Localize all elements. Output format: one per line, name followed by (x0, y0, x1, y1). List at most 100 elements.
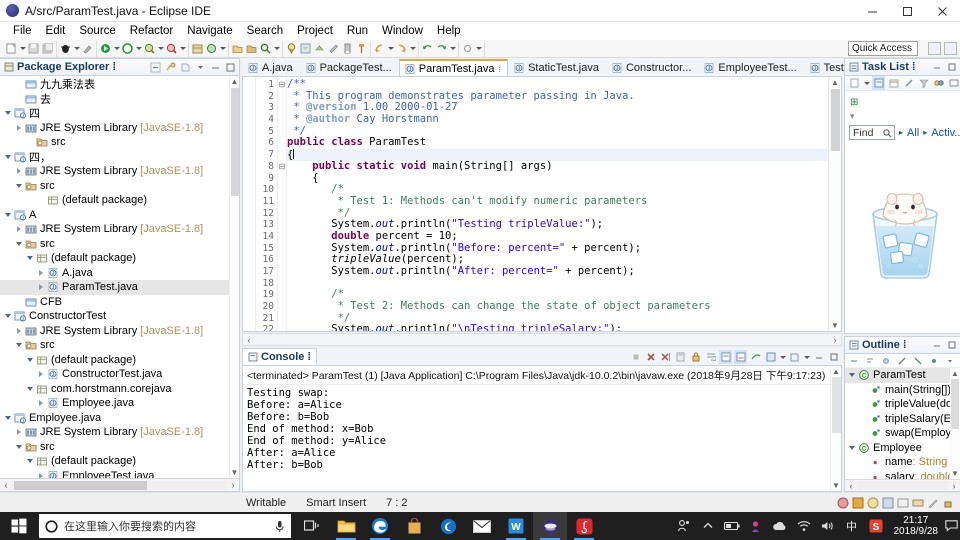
twisty-collapsed-icon[interactable] (35, 367, 46, 381)
last-edit-icon[interactable] (327, 42, 340, 56)
synchronize-icon[interactable] (932, 76, 945, 90)
editor-hscroll-track[interactable] (255, 335, 829, 344)
editor-hscroll-left-arrow[interactable]: ‹ (243, 335, 255, 345)
menu-edit[interactable]: Edit (39, 24, 73, 38)
java-dropdown-arrow[interactable] (219, 42, 226, 56)
console-vertical-scrollbar[interactable]: ▲ ▼ (830, 366, 841, 491)
ime-chinese-icon[interactable]: 中 (840, 512, 864, 540)
link-with-editor-icon[interactable] (164, 60, 177, 74)
remove-launch-icon[interactable] (644, 350, 657, 364)
outline-horizontal-scrollbar[interactable]: ‹ › (845, 479, 960, 491)
word-wrap-icon[interactable] (704, 350, 717, 364)
coverage-dropdown-arrow[interactable] (157, 42, 164, 56)
tree-item[interactable]: src (0, 440, 239, 455)
twisty-expanded-icon[interactable] (2, 309, 13, 323)
tree-item[interactable]: (default package) (0, 353, 239, 368)
outline-scroll-down-arrow[interactable]: ▼ (950, 468, 960, 479)
twisty-expanded-icon[interactable] (2, 106, 13, 120)
misc-dropdown-arrow[interactable] (475, 42, 482, 56)
show-console-on-output-icon[interactable] (719, 350, 732, 364)
console-scroll-down-arrow[interactable]: ▼ (831, 480, 841, 491)
outline-scroll-thumb[interactable] (951, 379, 959, 429)
microsoft-store-icon[interactable] (397, 512, 431, 540)
new-task-icon[interactable] (848, 76, 861, 90)
editor-scroll-down-arrow[interactable]: ▼ (829, 320, 841, 331)
tree-item[interactable]: J四 (0, 106, 239, 121)
twisty-collapsed-icon[interactable] (35, 266, 46, 280)
hscroll-track[interactable] (12, 480, 227, 490)
console-select-dropdown-arrow[interactable] (779, 350, 786, 364)
wps-writer-icon[interactable]: W (499, 512, 533, 540)
bookmark-icon[interactable] (341, 42, 354, 56)
schedule-icon[interactable] (887, 76, 900, 90)
twisty-collapsed-icon[interactable] (13, 324, 24, 338)
remove-all-launches-icon[interactable] (659, 350, 672, 364)
volume-icon[interactable] (816, 512, 840, 540)
tab-package-explorer[interactable]: Package Explorer ⁞ (0, 59, 120, 76)
outline-hscroll-left-arrow[interactable]: ‹ (845, 481, 857, 491)
tree-item[interactable]: J Employee.java (0, 396, 239, 411)
outline-item[interactable]: tripleValue(dou (845, 397, 960, 412)
menu-file[interactable]: File (6, 24, 39, 38)
outline-item[interactable]: swap(Employee (845, 426, 960, 441)
twisty-expanded-icon[interactable] (2, 208, 13, 222)
focus-on-workweek-icon[interactable] (902, 76, 915, 90)
scroll-lock-icon[interactable] (689, 350, 702, 364)
editor-tab[interactable]: J Constructor... (606, 59, 698, 76)
tree-item[interactable]: 去 (0, 92, 239, 107)
twisty-expanded-icon[interactable] (846, 368, 857, 382)
twisty-expanded-icon[interactable] (24, 454, 35, 468)
tree-item[interactable]: src (0, 237, 239, 252)
tree-item[interactable]: JRE System Library [JavaSE-1.8] (0, 222, 239, 237)
back-dropdown-arrow[interactable] (387, 42, 394, 56)
battery-icon[interactable] (720, 512, 744, 540)
tree-item[interactable]: CFB (0, 295, 239, 310)
console-scroll-thumb[interactable] (832, 377, 841, 433)
twisty-expanded-icon[interactable] (2, 411, 13, 425)
outline-item[interactable]: main(String[]) : (845, 383, 960, 398)
package-explorer-vertical-scrollbar[interactable]: ▲ ▼ (229, 76, 239, 478)
twisty-expanded-icon[interactable] (24, 251, 35, 265)
forward-dropdown-arrow[interactable] (409, 42, 416, 56)
editor-scroll-up-arrow[interactable]: ▲ (829, 77, 841, 88)
run-dropdown-arrow[interactable] (113, 42, 120, 56)
outline-item[interactable]: C ParamTest (845, 368, 960, 383)
search-icon[interactable] (259, 42, 272, 56)
tree-item[interactable]: JRE System Library [JavaSE-1.8] (0, 425, 239, 440)
package-explorer-tree[interactable]: 九九乘法表去 J 四 JRE System Library [JavaSE-1.8] s… (0, 76, 239, 478)
code-line[interactable]: { (287, 172, 828, 185)
tree-item[interactable]: src (0, 338, 239, 353)
menu-source[interactable]: Source (72, 24, 122, 38)
task-expand-arrow-icon[interactable]: ▾ (850, 111, 855, 122)
twisty-expanded-icon[interactable] (2, 150, 13, 164)
minimize-button[interactable] (855, 0, 890, 22)
run-last-dropdown-arrow[interactable] (135, 42, 142, 56)
twisty-collapsed-icon[interactable] (35, 396, 46, 410)
new-package-icon[interactable] (205, 42, 218, 56)
code-line[interactable]: public class ParamTest (287, 137, 828, 149)
show-console-on-error-icon[interactable] (734, 350, 747, 364)
twisty-expanded-icon[interactable] (24, 382, 35, 396)
next-perspective-icon[interactable] (435, 42, 448, 56)
menu-help[interactable]: Help (430, 24, 468, 38)
twisty-collapsed-icon[interactable] (13, 222, 24, 236)
editor-tab[interactable]: J StaticTest.java (508, 59, 606, 76)
prev-annotation-icon[interactable] (313, 42, 326, 56)
people-icon[interactable] (672, 512, 696, 540)
edge-browser-icon[interactable] (363, 512, 397, 540)
external-tools-icon[interactable] (81, 42, 94, 56)
forward-icon[interactable] (395, 42, 408, 56)
hide-fields-icon[interactable] (879, 354, 892, 368)
minimize-view-icon[interactable] (209, 60, 222, 74)
editor-folding-bar[interactable]: ⊟ ⊟ (278, 77, 287, 331)
menu-project[interactable]: Project (290, 24, 340, 38)
tree-item[interactable]: J EmployeeTest.java (0, 469, 239, 478)
tree-item[interactable]: JRE System Library [JavaSE-1.8] (0, 164, 239, 179)
tree-item[interactable]: JRE System Library [JavaSE-1.8] (0, 324, 239, 339)
taskbar-search-box[interactable]: 在这里输入你要搜索的内容 (39, 514, 291, 538)
editor-hscroll-right-arrow[interactable]: › (829, 335, 841, 345)
tree-item[interactable]: src (0, 179, 239, 194)
tree-item[interactable]: (default package) (0, 454, 239, 469)
save-all-icon[interactable] (41, 42, 54, 56)
collapse-all-icon[interactable] (847, 354, 860, 368)
